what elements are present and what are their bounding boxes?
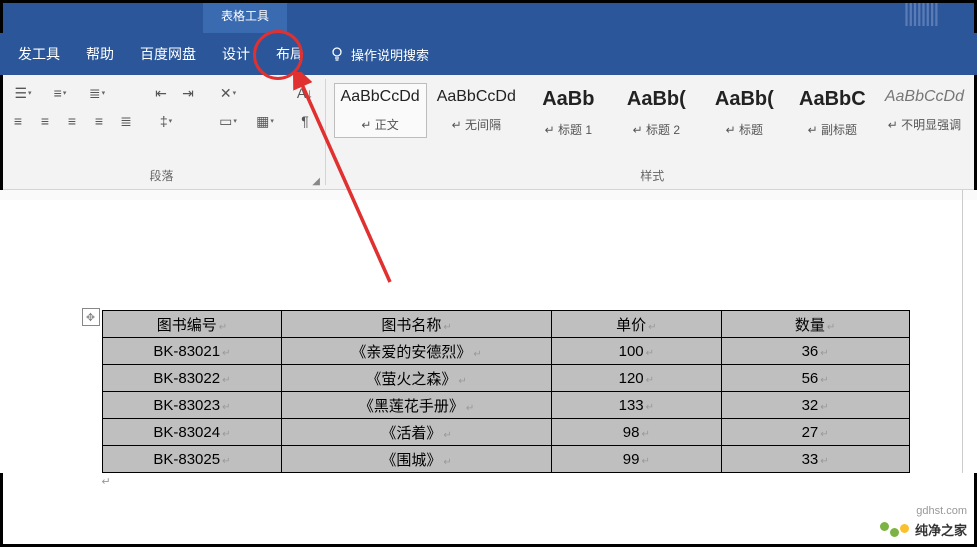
shading-button[interactable]: ▭▾ xyxy=(211,109,245,133)
ribbon-group-paragraph: ☰▾ ≡▾ ≣▾ ≡ ≡ ≡ ≡ ≣ ⇤ ⇥ ‡▾ xyxy=(0,75,323,189)
table-move-handle[interactable]: ✥ xyxy=(82,308,100,326)
table-cell[interactable]: 56↵ xyxy=(721,365,909,392)
line-spacing-button[interactable]: ‡▾ xyxy=(149,109,183,133)
table-row[interactable]: BK-83024↵《活着》↵98↵27↵ xyxy=(102,419,909,446)
table-cell[interactable]: 36↵ xyxy=(721,338,909,365)
style-preview: AaBbCcDd xyxy=(341,88,420,106)
tab-devtools[interactable]: 发工具 xyxy=(5,33,73,75)
style-item-0[interactable]: AaBbCcDd ↵ 正文 xyxy=(334,83,427,138)
style-item-1[interactable]: AaBbCcDd ↵ 无间隔 xyxy=(430,83,523,138)
search-hint-text: 操作说明搜索 xyxy=(351,45,429,64)
table-cell[interactable]: 《黑莲花手册》↵ xyxy=(282,392,552,419)
tab-baidu[interactable]: 百度网盘 xyxy=(127,33,209,75)
table-cell[interactable]: 98↵ xyxy=(551,419,721,446)
style-preview: AaBbC xyxy=(799,88,866,111)
style-preview: AaBb xyxy=(542,88,594,111)
table-row[interactable]: BK-83023↵《黑莲花手册》↵133↵32↵ xyxy=(102,392,909,419)
table-cell[interactable]: BK-83024↵ xyxy=(102,419,282,446)
table-cell[interactable]: 133↵ xyxy=(551,392,721,419)
style-item-2[interactable]: AaBb ↵ 标题 1 xyxy=(526,83,611,143)
ribbon-group-label-paragraph: 段落 ◢ xyxy=(0,164,323,189)
table-row[interactable]: BK-83022↵《萤火之森》↵120↵56↵ xyxy=(102,365,909,392)
style-label: ↵ 正文 xyxy=(361,116,398,133)
bullets-button[interactable]: ☰▾ xyxy=(6,81,40,105)
table-cell[interactable]: 《萤火之森》↵ xyxy=(282,365,552,392)
table-cell[interactable]: 100↵ xyxy=(551,338,721,365)
style-preview: AaBbCcDd xyxy=(885,88,964,106)
show-marks-button[interactable]: ¶ xyxy=(293,109,317,133)
title-decoration: |||||||| xyxy=(903,0,977,33)
table-cell[interactable]: BK-83023↵ xyxy=(102,392,282,419)
style-label: ↵ 不明显强调 xyxy=(888,116,961,133)
document-table[interactable]: 图书编号↵图书名称↵单价↵数量↵ BK-83021↵《亲爱的安德烈》↵100↵3… xyxy=(102,310,910,473)
style-label: ↵ 标题 1 xyxy=(545,121,592,138)
page: ✥ 图书编号↵图书名称↵单价↵数量↵ BK-83021↵《亲爱的安德烈》↵100… xyxy=(54,310,924,473)
ribbon: ☰▾ ≡▾ ≣▾ ≡ ≡ ≡ ≡ ≣ ⇤ ⇥ ‡▾ xyxy=(0,75,977,190)
table-row[interactable]: BK-83025↵《围城》↵99↵33↵ xyxy=(102,446,909,473)
table-cell[interactable]: BK-83021↵ xyxy=(102,338,282,365)
style-preview: AaBb( xyxy=(715,88,774,111)
ribbon-group-styles: AaBbCcDd ↵ 正文 AaBbCcDd ↵ 无间隔 AaBb ↵ 标题 1 AaBb(… xyxy=(328,75,977,189)
table-cell[interactable]: 99↵ xyxy=(551,446,721,473)
decrease-indent-button[interactable]: ⇤ xyxy=(149,81,173,105)
table-cell[interactable]: 32↵ xyxy=(721,392,909,419)
ribbon-group-label-styles: 样式 xyxy=(328,164,977,189)
table-cell[interactable]: 33↵ xyxy=(721,446,909,473)
context-tab-tabletools: 表格工具 xyxy=(203,0,287,33)
table-cell[interactable]: BK-83025↵ xyxy=(102,446,282,473)
watermark: 纯净之家 xyxy=(880,520,967,539)
tell-me-search[interactable]: 操作说明搜索 xyxy=(329,45,429,64)
align-right-button[interactable]: ≡ xyxy=(60,109,84,133)
tab-layout[interactable]: 布局 xyxy=(263,33,317,75)
justify-button[interactable]: ≡ xyxy=(87,109,111,133)
watermark-text: 纯净之家 xyxy=(915,520,967,539)
style-preview: AaBb( xyxy=(627,88,686,111)
borders-button[interactable]: ▦▾ xyxy=(248,109,282,133)
increase-indent-button[interactable]: ⇥ xyxy=(176,81,200,105)
paragraph-mark-icon: ↵ xyxy=(102,475,111,488)
table-cell[interactable]: 《活着》↵ xyxy=(282,419,552,446)
style-item-4[interactable]: AaBb( ↵ 标题 xyxy=(702,83,787,143)
distributed-button[interactable]: ≣ xyxy=(114,109,138,133)
watermark-logo-icon xyxy=(880,522,909,537)
align-center-button[interactable]: ≡ xyxy=(33,109,57,133)
style-label: ↵ 无间隔 xyxy=(452,116,501,133)
table-row[interactable]: BK-83021↵《亲爱的安德烈》↵100↵36↵ xyxy=(102,338,909,365)
style-item-5[interactable]: AaBbC ↵ 副标题 xyxy=(790,83,875,143)
table-cell[interactable]: 《围城》↵ xyxy=(282,446,552,473)
table-cell[interactable]: 120↵ xyxy=(551,365,721,392)
watermark-url: gdhst.com xyxy=(916,505,967,517)
tab-bar: 发工具 帮助 百度网盘 设计 布局 操作说明搜索 xyxy=(0,33,977,75)
sort-button[interactable]: A↓ xyxy=(293,81,317,105)
table-header[interactable]: 图书名称↵ xyxy=(282,311,552,338)
style-preview: AaBbCcDd xyxy=(437,88,516,106)
style-label: ↵ 标题 xyxy=(726,121,763,138)
paragraph-dialog-launcher[interactable]: ◢ xyxy=(312,176,320,187)
titlebar: 表格工具 |||||||| xyxy=(0,0,977,33)
numbering-button[interactable]: ≡▾ xyxy=(43,81,77,105)
table-header[interactable]: 图书编号↵ xyxy=(102,311,282,338)
text-direction-button[interactable]: ✕▾ xyxy=(211,81,245,105)
style-label: ↵ 副标题 xyxy=(808,121,857,138)
multilevel-button[interactable]: ≣▾ xyxy=(80,81,114,105)
document-area: ✥ 图书编号↵图书名称↵单价↵数量↵ BK-83021↵《亲爱的安德烈》↵100… xyxy=(0,190,977,473)
style-item-3[interactable]: AaBb( ↵ 标题 2 xyxy=(614,83,699,143)
style-label: ↵ 标题 2 xyxy=(633,121,680,138)
table-cell[interactable]: 《亲爱的安德烈》↵ xyxy=(282,338,552,365)
tab-help[interactable]: 帮助 xyxy=(73,33,127,75)
table-header[interactable]: 数量↵ xyxy=(721,311,909,338)
table-cell[interactable]: 27↵ xyxy=(721,419,909,446)
align-left-button[interactable]: ≡ xyxy=(6,109,30,133)
lightbulb-icon xyxy=(329,46,345,62)
table-cell[interactable]: BK-83022↵ xyxy=(102,365,282,392)
style-item-6[interactable]: AaBbCcDd ↵ 不明显强调 xyxy=(878,83,971,138)
tab-design[interactable]: 设计 xyxy=(209,33,263,75)
table-header[interactable]: 单价↵ xyxy=(551,311,721,338)
